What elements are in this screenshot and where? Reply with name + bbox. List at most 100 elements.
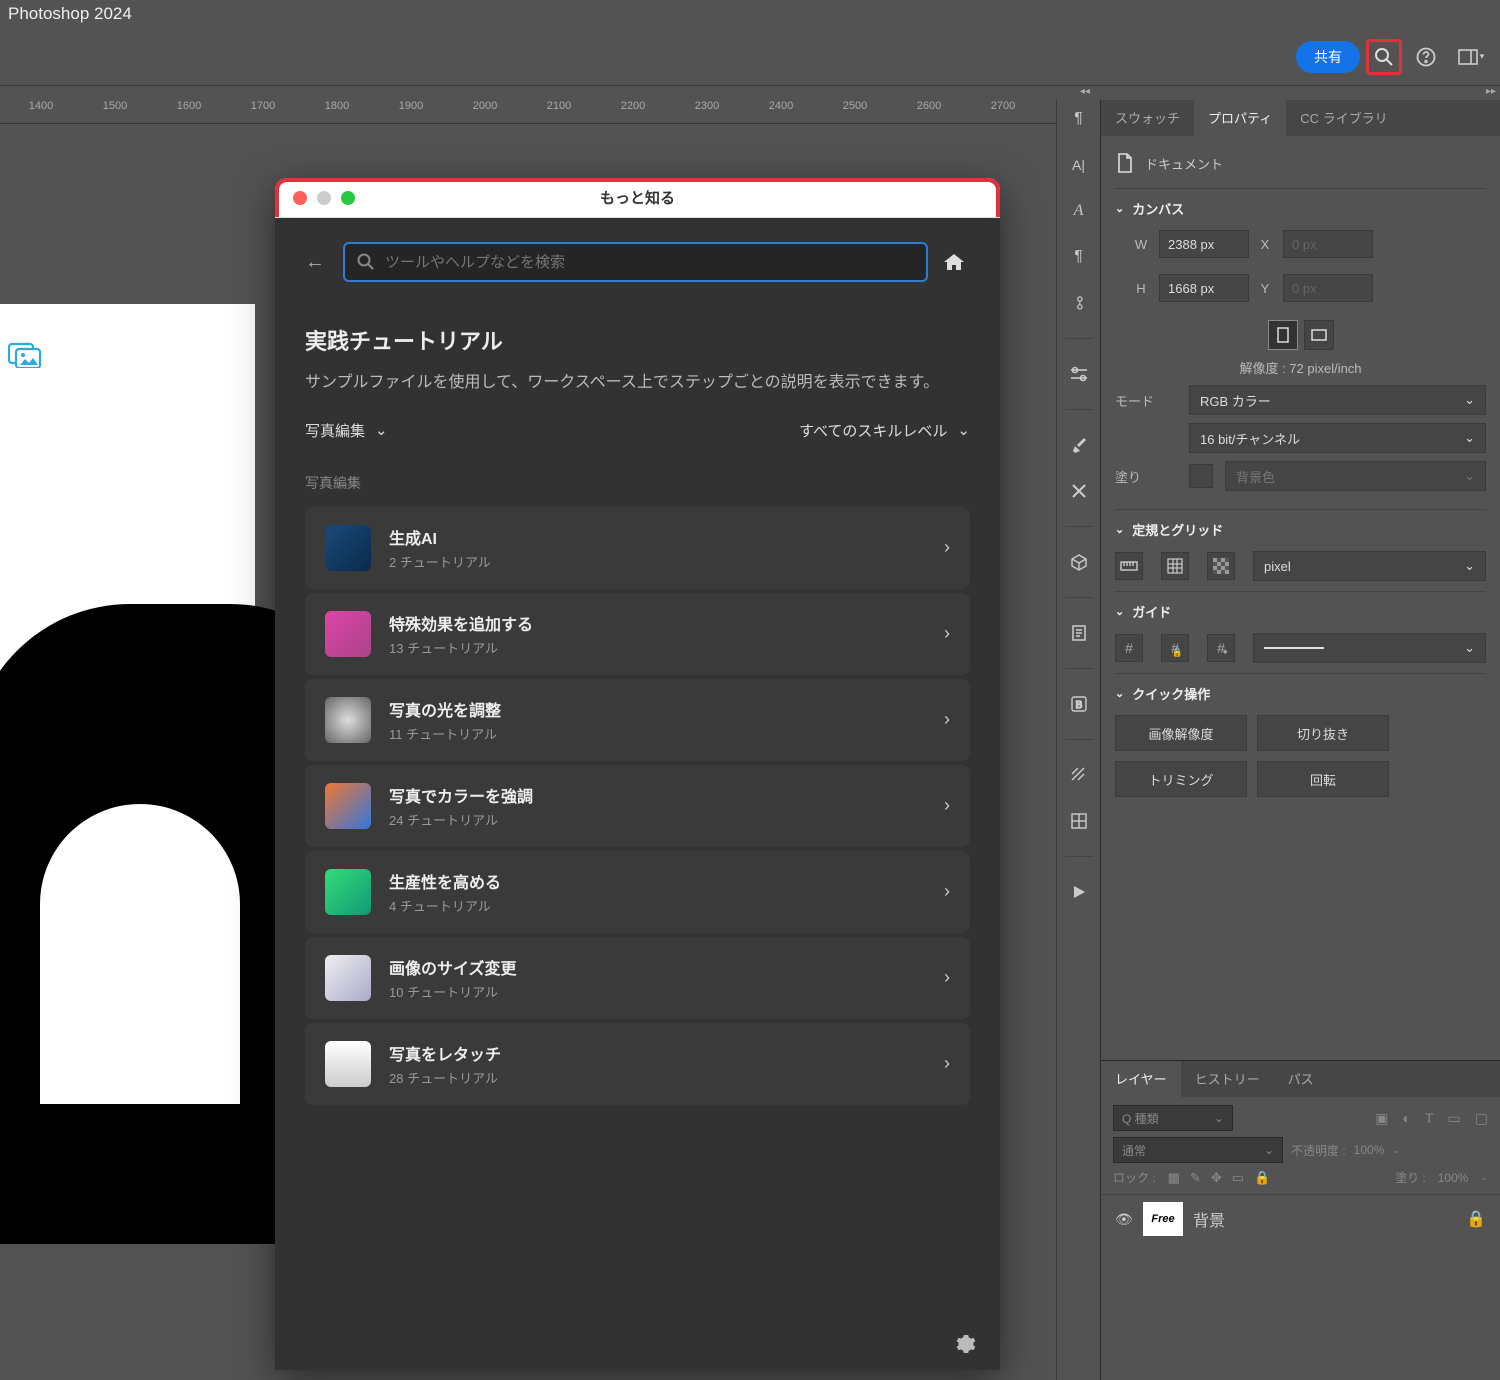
filter-adjustment-icon[interactable]: ◐ bbox=[1403, 1110, 1411, 1127]
chevron-down-icon[interactable]: ⌄ bbox=[1115, 687, 1124, 700]
modal-title: もっと知る bbox=[275, 187, 1000, 208]
chevron-down-icon[interactable]: ⌄ bbox=[1115, 605, 1124, 618]
ruler-unit-select[interactable]: pixel⌄ bbox=[1253, 551, 1486, 581]
tab-properties[interactable]: プロパティ bbox=[1194, 100, 1286, 136]
tutorial-item[interactable]: 写真の光を調整11 チュートリアル› bbox=[305, 679, 970, 761]
share-button[interactable]: 共有 bbox=[1296, 41, 1360, 73]
tab-swatches[interactable]: スウォッチ bbox=[1101, 100, 1194, 136]
tutorial-thumbnail bbox=[325, 525, 371, 571]
paragraph-icon[interactable]: ¶ bbox=[1066, 108, 1092, 130]
tutorial-thumbnail bbox=[325, 1041, 371, 1087]
document-canvas[interactable] bbox=[0, 304, 255, 1174]
lock-position-icon[interactable]: ✥ bbox=[1211, 1170, 1222, 1186]
tutorials-description: サンプルファイルを使用して、ワークスペース上でステップごとの説明を表示できます。 bbox=[305, 370, 970, 396]
guides-icon[interactable]: # bbox=[1115, 634, 1143, 662]
guides-smart-icon[interactable]: #✦ bbox=[1207, 634, 1235, 662]
chevron-down-icon[interactable]: ⌄ bbox=[1115, 202, 1124, 215]
filter-shape-icon[interactable]: ▭ bbox=[1448, 1110, 1461, 1127]
tutorial-item[interactable]: 写真をレタッチ28 チュートリアル› bbox=[305, 1023, 970, 1105]
gear-icon[interactable] bbox=[956, 1334, 976, 1354]
tab-cc-libraries[interactable]: CC ライブラリ bbox=[1286, 100, 1401, 136]
tutorial-thumbnail bbox=[325, 611, 371, 657]
tab-history[interactable]: ヒストリー bbox=[1181, 1061, 1274, 1097]
app-titlebar: Photoshop 2024 bbox=[0, 0, 1500, 28]
layer-background[interactable]: 👁 Free 背景 🔒 bbox=[1101, 1195, 1500, 1243]
x-input bbox=[1283, 230, 1373, 258]
tab-layers[interactable]: レイヤー bbox=[1101, 1061, 1181, 1097]
tutorial-item[interactable]: 特殊効果を追加する13 チュートリアル› bbox=[305, 593, 970, 675]
ruler-toggle[interactable] bbox=[1115, 552, 1143, 580]
hatching-icon[interactable] bbox=[1066, 764, 1092, 786]
color-icon[interactable]: B bbox=[1066, 693, 1092, 715]
filter-smart-icon[interactable]: ▢ bbox=[1475, 1110, 1488, 1127]
search-input[interactable] bbox=[343, 242, 928, 282]
visibility-icon[interactable]: 👁 bbox=[1115, 1211, 1133, 1228]
color-mode-select[interactable]: RGB カラー⌄ bbox=[1189, 385, 1486, 415]
properties-panel: ドキュメント ⌄カンバス W H X Y bbox=[1101, 136, 1500, 1060]
layer-name: 背景 bbox=[1193, 1207, 1225, 1231]
healing-icon[interactable] bbox=[1066, 480, 1092, 502]
lock-icon: 🔒 bbox=[1466, 1209, 1486, 1229]
level-filter[interactable]: すべてのスキルレベル⌄ bbox=[799, 420, 970, 441]
search-icon[interactable] bbox=[1366, 39, 1402, 75]
glyph-icon[interactable]: A bbox=[1066, 200, 1092, 222]
chevron-right-icon: › bbox=[944, 881, 950, 902]
workspace-switcher-icon[interactable]: ▾ bbox=[1450, 39, 1492, 75]
grid-icon[interactable] bbox=[1066, 810, 1092, 832]
cube-icon[interactable] bbox=[1066, 551, 1092, 573]
guides-lock-icon[interactable]: #🔒 bbox=[1161, 634, 1189, 662]
layers-tabs: レイヤー ヒストリー パス bbox=[1101, 1061, 1500, 1097]
chevron-right-icon: › bbox=[944, 709, 950, 730]
home-icon[interactable] bbox=[942, 251, 970, 273]
tutorial-item[interactable]: 写真でカラーを強調24 チュートリアル› bbox=[305, 765, 970, 847]
tutorial-item[interactable]: 画像のサイズ変更10 チュートリアル› bbox=[305, 937, 970, 1019]
lock-paint-icon[interactable]: ✎ bbox=[1190, 1170, 1201, 1186]
chevron-right-icon: › bbox=[944, 537, 950, 558]
filter-type-icon[interactable]: T bbox=[1425, 1110, 1434, 1127]
help-icon[interactable] bbox=[1408, 39, 1444, 75]
back-button[interactable]: ← bbox=[305, 251, 329, 274]
doc-type-label: ドキュメント bbox=[1145, 154, 1223, 173]
layer-kind-filter[interactable]: Q 種類⌄ bbox=[1113, 1105, 1233, 1131]
blend-mode-select: 通常⌄ bbox=[1113, 1137, 1283, 1163]
tutorial-thumbnail bbox=[325, 783, 371, 829]
modal-titlebar[interactable]: もっと知る bbox=[275, 178, 1000, 218]
crop-button[interactable]: 切り抜き bbox=[1257, 715, 1389, 751]
chevron-right-icon: › bbox=[944, 967, 950, 988]
guide-style-select[interactable]: ⌄ bbox=[1253, 633, 1486, 663]
category-filter[interactable]: 写真編集⌄ bbox=[305, 420, 388, 441]
lock-all-icon[interactable]: 🔒 bbox=[1254, 1170, 1270, 1186]
paragraph-styles-icon[interactable]: ¶ bbox=[1066, 246, 1092, 268]
transparency-grid-toggle[interactable] bbox=[1207, 552, 1235, 580]
lock-artboard-icon[interactable]: ▭ bbox=[1232, 1170, 1244, 1186]
document-icon[interactable] bbox=[1066, 622, 1092, 644]
rotate-button[interactable]: 回転 bbox=[1257, 761, 1389, 797]
lock-transparency-icon[interactable]: ▩ bbox=[1168, 1170, 1180, 1186]
portrait-button[interactable] bbox=[1268, 320, 1298, 350]
image-size-button[interactable]: 画像解像度 bbox=[1115, 715, 1247, 751]
grid-toggle[interactable] bbox=[1161, 552, 1189, 580]
brush-icon[interactable] bbox=[1066, 434, 1092, 456]
panel-tabs: スウォッチ プロパティ CC ライブラリ bbox=[1101, 100, 1500, 136]
width-input[interactable] bbox=[1159, 230, 1249, 258]
tab-paths[interactable]: パス bbox=[1274, 1061, 1328, 1097]
link-icon[interactable]: ⚯ bbox=[1068, 290, 1090, 316]
adjustments-icon[interactable] bbox=[1066, 363, 1092, 385]
tutorial-thumbnail bbox=[325, 697, 371, 743]
play-icon[interactable] bbox=[1066, 881, 1092, 903]
bit-depth-select[interactable]: 16 bit/チャンネル⌄ bbox=[1189, 423, 1486, 453]
trim-button[interactable]: トリミング bbox=[1115, 761, 1247, 797]
filter-image-icon[interactable]: ▣ bbox=[1375, 1110, 1388, 1127]
chevron-right-icon: › bbox=[944, 795, 950, 816]
tutorial-thumbnail bbox=[325, 869, 371, 915]
layer-thumbnail: Free bbox=[1143, 1202, 1183, 1236]
chevron-down-icon[interactable]: ⌄ bbox=[1115, 523, 1124, 536]
fill-select[interactable]: 背景色⌄ bbox=[1225, 461, 1486, 491]
tutorial-item[interactable]: 生産性を高める4 チュートリアル› bbox=[305, 851, 970, 933]
height-input[interactable] bbox=[1159, 274, 1249, 302]
character-icon[interactable]: A| bbox=[1066, 154, 1092, 176]
fill-swatch[interactable] bbox=[1189, 464, 1213, 488]
landscape-button[interactable] bbox=[1304, 320, 1334, 350]
tutorials-heading: 実践チュートリアル bbox=[305, 324, 970, 356]
tutorial-item[interactable]: 生成AI2 チュートリアル› bbox=[305, 507, 970, 589]
